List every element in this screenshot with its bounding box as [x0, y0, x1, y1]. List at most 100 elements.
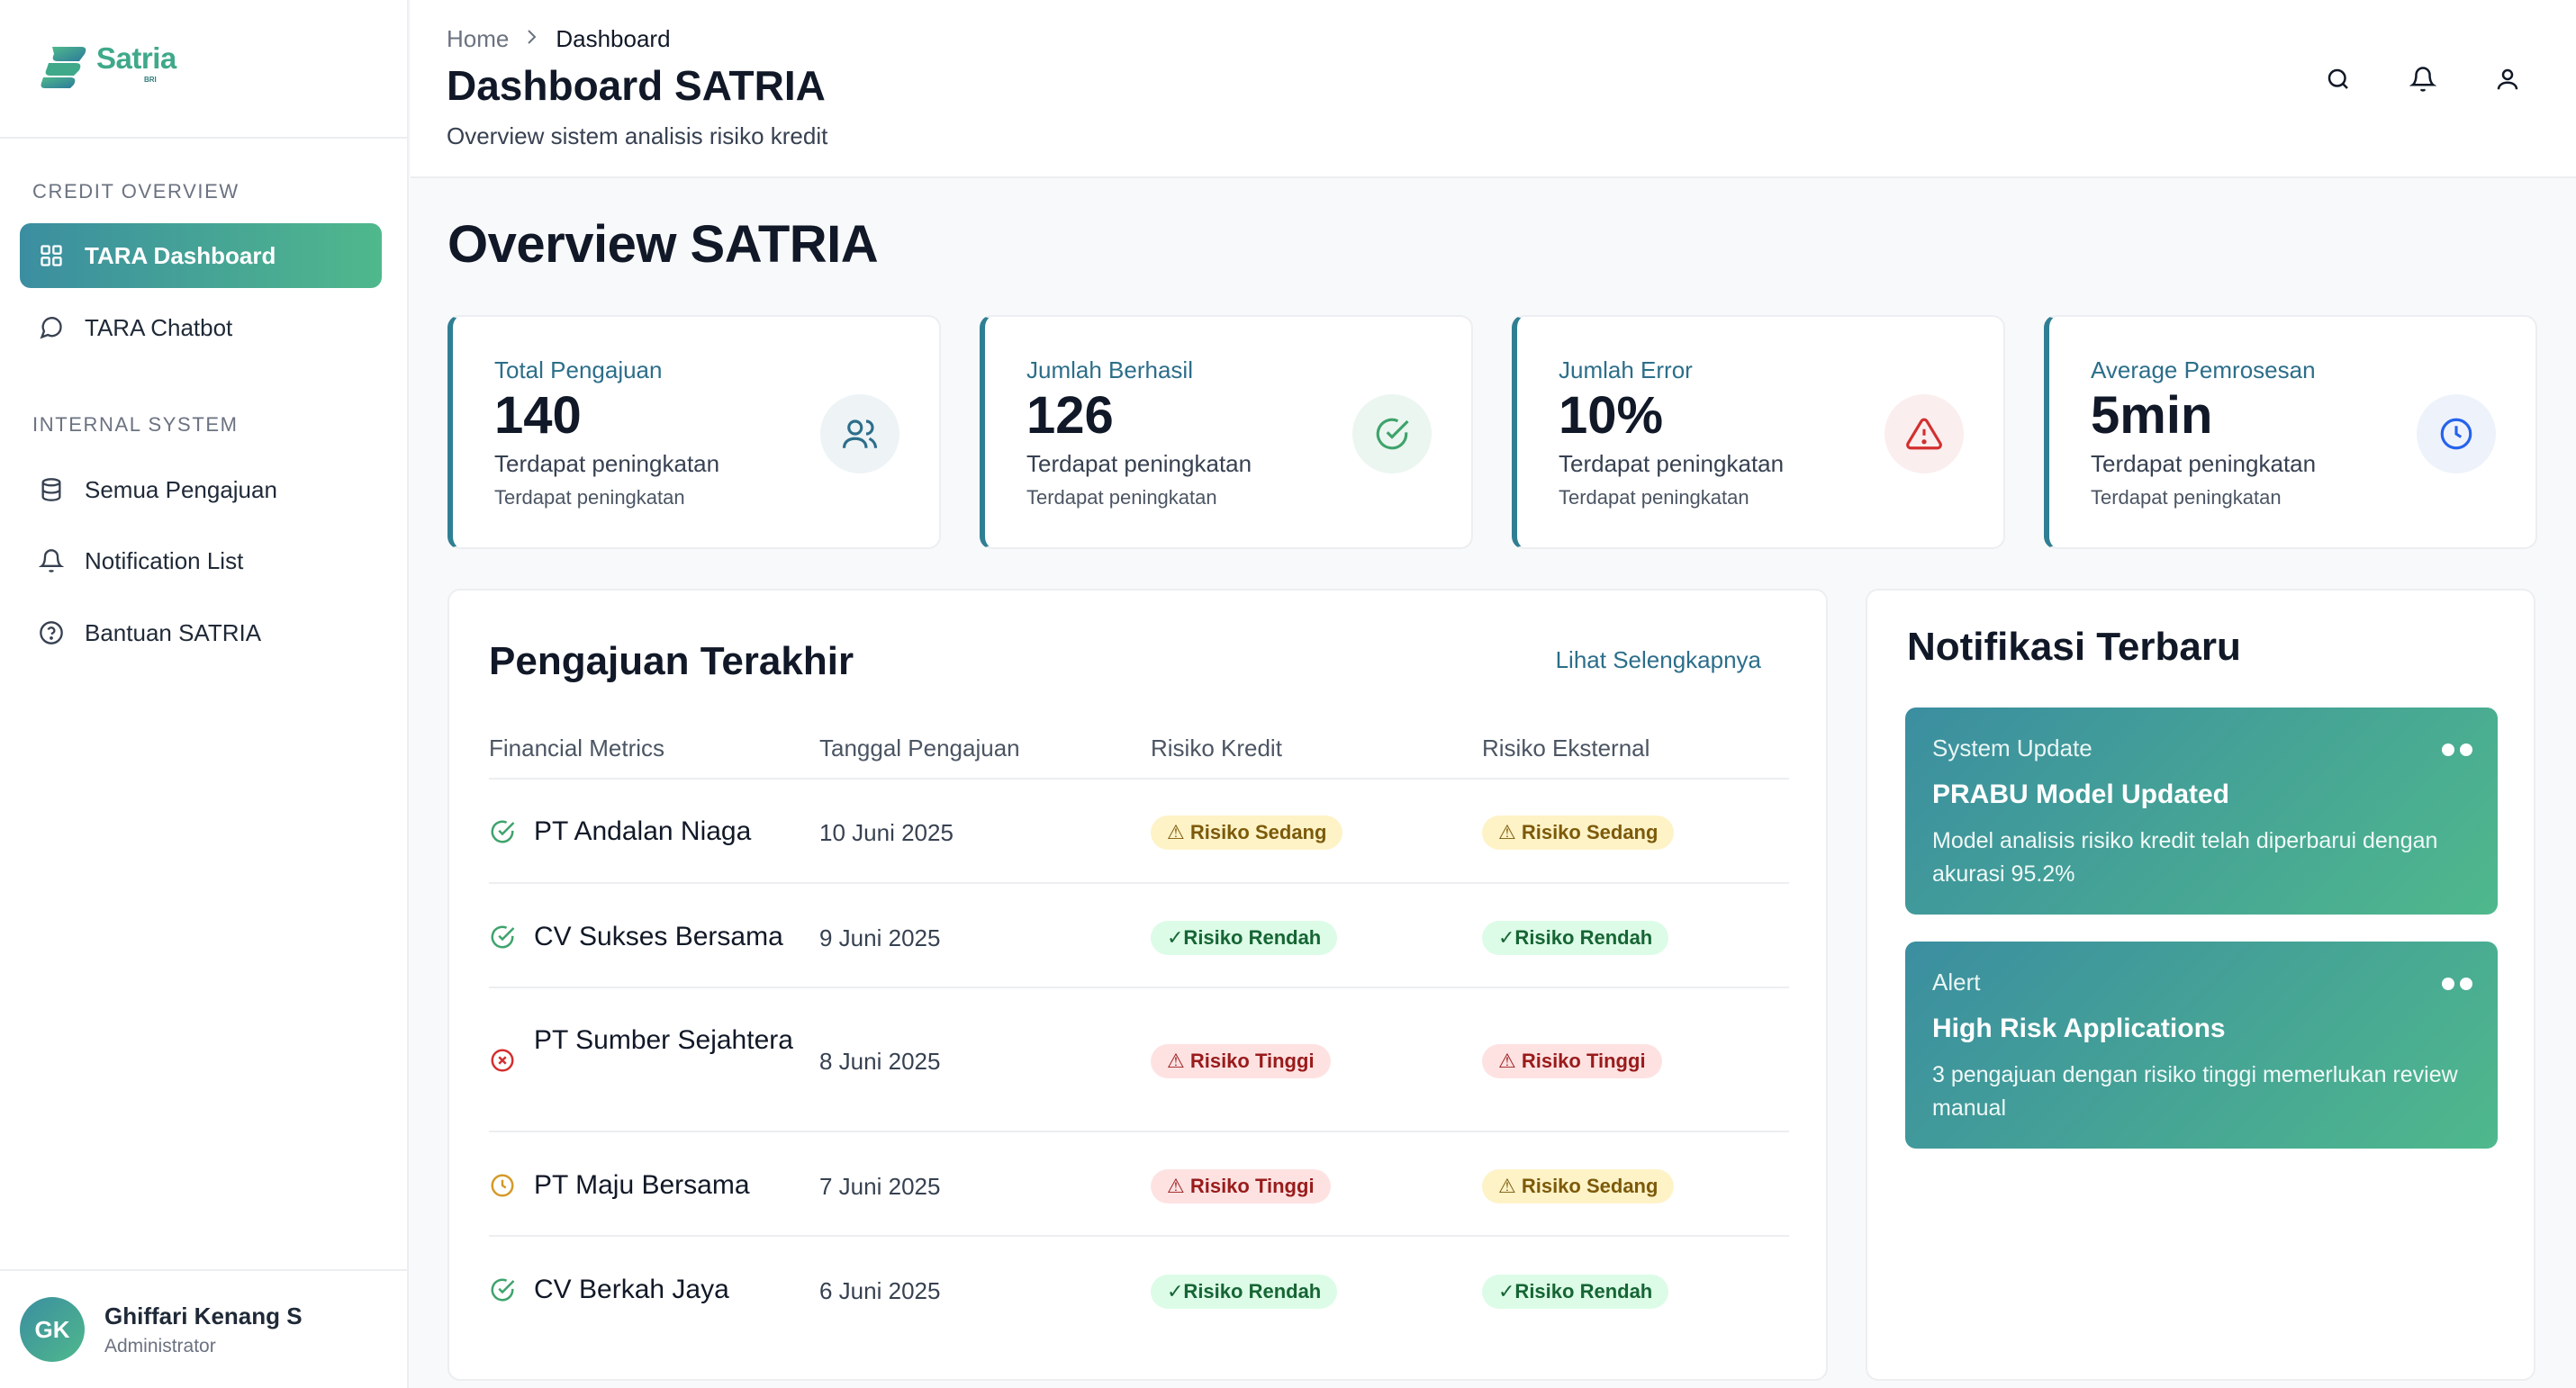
sidebar-item-label: Semua Pengajuan: [85, 475, 277, 503]
user-icon[interactable]: [2491, 63, 2524, 95]
credit-risk-badge: ✓Risiko Rendah: [1151, 1275, 1338, 1309]
more-options-icon[interactable]: [2442, 744, 2472, 756]
submission-date: 8 Juni 2025: [819, 1048, 941, 1075]
sidebar-item-bantuan-satria[interactable]: Bantuan SATRIA: [20, 600, 382, 665]
stat-value: 126: [1026, 386, 1114, 445]
header: Home Dashboard Dashboard SATRIA Overview…: [411, 0, 2576, 178]
page-subtitle: Overview sistem analisis risiko kredit: [447, 122, 828, 149]
submission-date: 6 Juni 2025: [819, 1277, 941, 1304]
help-icon: [38, 619, 65, 646]
header-actions: [2322, 63, 2524, 95]
warning-icon: [1885, 394, 1964, 473]
table-row[interactable]: PT Maju Bersama 7 Juni 2025 ⚠ Risiko Tin…: [489, 1132, 1789, 1237]
company-name: PT Maju Bersama: [534, 1170, 750, 1200]
stat-card-total-pengajuan[interactable]: Total Pengajuan 140 Terdapat peningkatan…: [447, 315, 941, 549]
logo-area: Satria BRI: [0, 0, 407, 139]
stat-card-jumlah-berhasil[interactable]: Jumlah Berhasil 126 Terdapat peningkatan…: [980, 315, 1473, 549]
user-role: Administrator: [104, 1335, 216, 1356]
submission-date: 10 Juni 2025: [819, 819, 954, 846]
section-label-internal-system: INTERNAL SYSTEM: [32, 413, 239, 436]
sidebar-item-semua-pengajuan[interactable]: Semua Pengajuan: [20, 457, 382, 522]
breadcrumb-home[interactable]: Home: [447, 25, 509, 53]
company-name: PT Sumber Sejahtera: [534, 1025, 793, 1055]
notification-body: 3 pengajuan dengan risiko tinggi memerlu…: [1932, 1062, 2458, 1121]
panel-title: Pengajuan Terakhir: [489, 639, 854, 683]
notification-title: High Risk Applications: [1932, 1014, 2226, 1043]
notifications-panel: Notifikasi Terbaru System Update PRABU M…: [1866, 589, 2535, 1381]
table-row[interactable]: CV Sukses Bersama 9 Juni 2025 ✓Risiko Re…: [489, 884, 1789, 988]
notification-body: Model analisis risiko kredit telah diper…: [1932, 828, 2438, 887]
credit-risk-badge: ✓Risiko Rendah: [1151, 921, 1338, 955]
stat-trend: Terdapat peningkatan: [1559, 450, 1785, 477]
table-row[interactable]: CV Berkah Jaya 6 Juni 2025 ✓Risiko Renda…: [489, 1237, 1789, 1341]
stat-note: Terdapat peningkatan: [2091, 486, 2282, 509]
check-circle-icon: [491, 820, 515, 843]
external-risk-badge: ✓Risiko Rendah: [1482, 921, 1669, 955]
external-risk-badge: ⚠ Risiko Sedang: [1482, 816, 1675, 850]
stat-trend: Terdapat peningkatan: [2091, 450, 2317, 477]
breadcrumb: Home Dashboard: [447, 25, 671, 53]
stat-trend: Terdapat peningkatan: [1026, 450, 1252, 477]
sidebar-item-label: TARA Dashboard: [85, 241, 276, 269]
more-options-icon[interactable]: [2442, 978, 2472, 990]
stat-value: 5min: [2091, 386, 2213, 445]
stat-label: Total Pengajuan: [494, 356, 663, 383]
section-label-credit-overview: CREDIT OVERVIEW: [32, 180, 240, 203]
search-icon[interactable]: [2322, 63, 2355, 95]
submission-date: 7 Juni 2025: [819, 1173, 941, 1200]
column-header: Tanggal Pengajuan: [819, 735, 1020, 762]
overview-heading: Overview SATRIA: [447, 215, 879, 274]
sidebar: Satria BRI CREDIT OVERVIEW TARA Dashboar…: [0, 0, 409, 1388]
column-header: Risiko Kredit: [1151, 735, 1282, 762]
recent-applications-panel: Pengajuan Terakhir Lihat Selengkapnya Fi…: [447, 589, 1828, 1381]
check-circle-icon: [491, 925, 515, 949]
users-icon: [820, 394, 899, 473]
sidebar-item-label: Notification List: [85, 546, 244, 574]
see-more-link[interactable]: Lihat Selengkapnya: [1556, 646, 1761, 674]
bell-icon[interactable]: [2407, 63, 2439, 95]
external-risk-badge: ✓Risiko Rendah: [1482, 1275, 1669, 1309]
stat-note: Terdapat peningkatan: [494, 486, 685, 509]
breadcrumb-current: Dashboard: [556, 25, 671, 52]
stat-label: Jumlah Error: [1559, 356, 1693, 383]
x-circle-icon: [491, 1049, 514, 1072]
company-name: CV Berkah Jaya: [534, 1275, 729, 1304]
page-title: Dashboard SATRIA: [447, 62, 826, 109]
bell-icon: [38, 547, 65, 574]
sidebar-item-notification-list[interactable]: Notification List: [20, 528, 382, 593]
notification-card-system-update[interactable]: System Update PRABU Model Updated Model …: [1905, 708, 2498, 915]
stat-label: Average Pemrosesan: [2091, 356, 2316, 383]
stat-note: Terdapat peningkatan: [1559, 486, 1749, 509]
sidebar-item-tara-dashboard[interactable]: TARA Dashboard: [20, 223, 382, 288]
grid-icon: [38, 242, 65, 269]
credit-risk-badge: ⚠ Risiko Tinggi: [1151, 1169, 1331, 1203]
table-row[interactable]: PT Sumber Sejahtera 8 Juni 2025 ⚠ Risiko…: [489, 988, 1789, 1132]
submission-date: 9 Juni 2025: [819, 924, 941, 951]
stat-value: 10%: [1559, 386, 1664, 445]
notification-card-alert[interactable]: Alert High Risk Applications 3 pengajuan…: [1905, 942, 2498, 1149]
notification-type: Alert: [1932, 969, 1981, 996]
panel-title: Notifikasi Terbaru: [1907, 625, 2241, 669]
brand-name: Satria: [96, 41, 176, 75]
database-icon: [38, 476, 65, 503]
external-risk-badge: ⚠ Risiko Tinggi: [1482, 1044, 1662, 1078]
credit-risk-badge: ⚠ Risiko Tinggi: [1151, 1044, 1331, 1078]
sidebar-item-tara-chatbot[interactable]: TARA Chatbot: [20, 295, 382, 360]
user-profile[interactable]: GK Ghiffari Kenang S Administrator: [0, 1269, 409, 1388]
clock-icon: [2417, 394, 2496, 473]
clock-icon: [491, 1174, 514, 1197]
column-header: Risiko Eksternal: [1482, 735, 1650, 762]
stat-value: 140: [494, 386, 582, 445]
stat-label: Jumlah Berhasil: [1026, 356, 1193, 383]
avatar: GK: [20, 1297, 85, 1362]
stat-card-average-pemrosesan[interactable]: Average Pemrosesan 5min Terdapat peningk…: [2044, 315, 2537, 549]
column-header: Financial Metrics: [489, 735, 665, 762]
table-row[interactable]: PT Andalan Niaga 10 Juni 2025 ⚠ Risiko S…: [489, 780, 1789, 884]
company-name: PT Andalan Niaga: [534, 816, 752, 846]
company-name: CV Sukses Bersama: [534, 922, 783, 951]
stat-trend: Terdapat peningkatan: [494, 450, 720, 477]
stat-card-jumlah-error[interactable]: Jumlah Error 10% Terdapat peningkatan Te…: [1512, 315, 2005, 549]
credit-risk-badge: ⚠ Risiko Sedang: [1151, 816, 1343, 850]
satria-logo-icon: [41, 47, 86, 88]
stat-note: Terdapat peningkatan: [1026, 486, 1217, 509]
